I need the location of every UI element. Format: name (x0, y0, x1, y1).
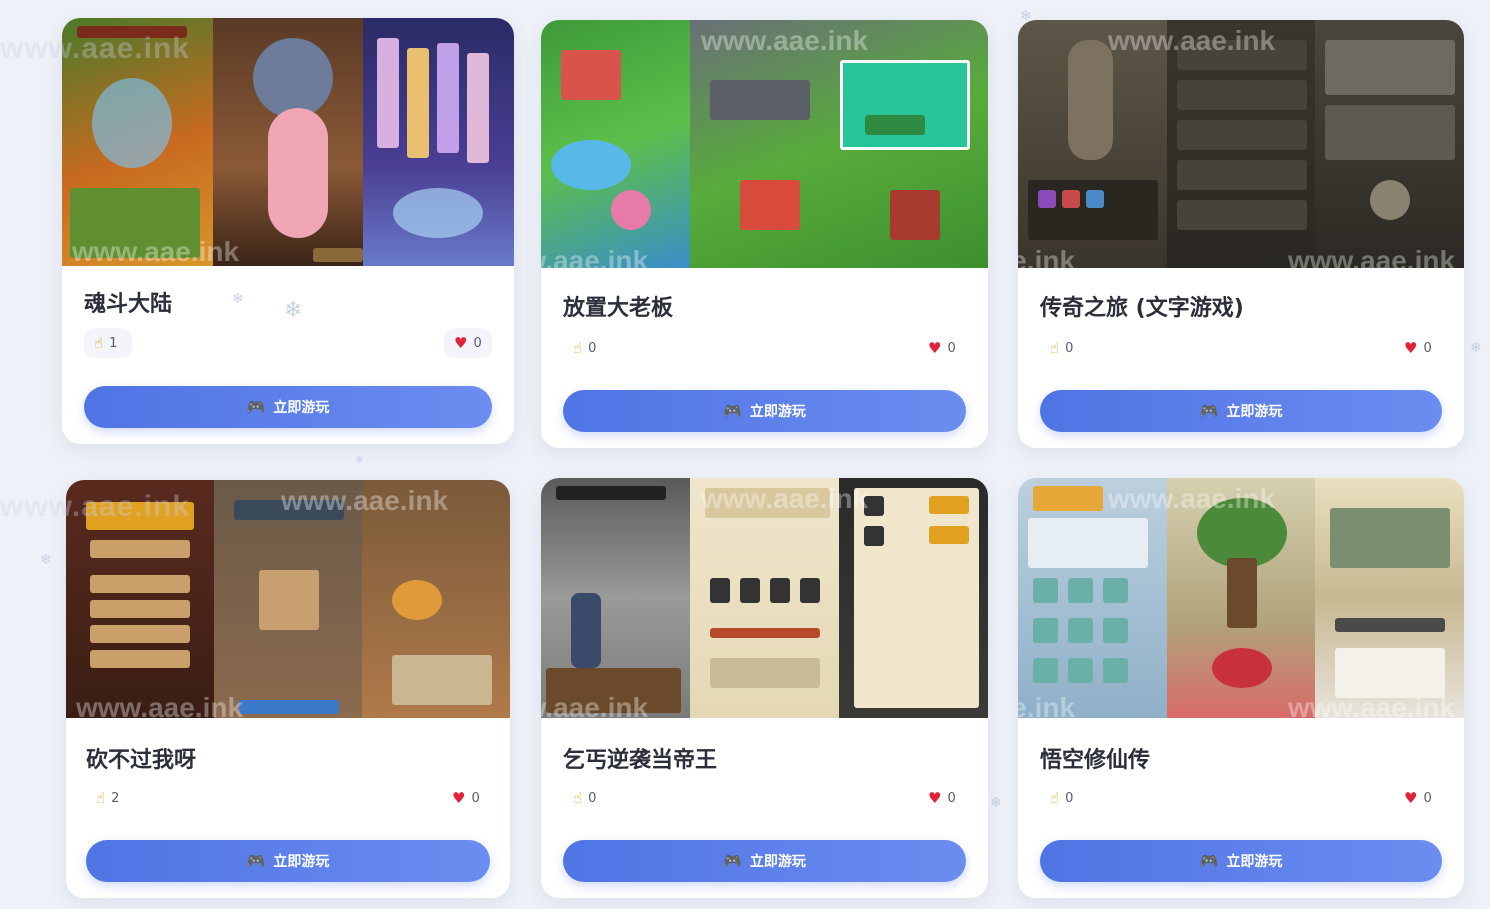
game-card[interactable]: www.aae.ink www.aae.ink 乞丐逆袭当帝王 ☝ 0 ♥ 0 … (541, 478, 988, 898)
like-count-value: 0 (947, 340, 956, 356)
play-now-label: 立即游玩 (1226, 404, 1283, 420)
heart-icon: ♥ (1404, 788, 1418, 807)
like-count-value: 0 (471, 790, 480, 806)
game-card[interactable]: www.aae.ink 魂斗大陆 ❄ ❄ ☝ 1 ♥ 0 🎮 立即游玩 (62, 18, 514, 444)
play-now-label: 立即游玩 (749, 854, 806, 870)
click-count-value: 0 (1065, 790, 1074, 806)
gamepad-icon: 🎮 (246, 398, 266, 416)
game-title: 放置大老板 (563, 296, 674, 321)
gamepad-icon: 🎮 (723, 852, 742, 870)
pointing-hand-icon: ☝ (94, 333, 104, 352)
heart-icon: ♥ (452, 788, 466, 807)
snowflake-icon: ❄ (40, 552, 52, 568)
play-now-label: 立即游玩 (273, 854, 330, 870)
game-screenshot: www.aae.ink www.aae.ink www.aae.ink (1018, 20, 1464, 268)
game-card[interactable]: www.aae.ink www.aae.ink 放置大老板 ☝ 0 ♥ 0 🎮 … (541, 20, 988, 448)
game-title: 悟空修仙传 (1040, 748, 1151, 773)
game-grid-page: ❄ ❄ ❄ ❄ ❄ ❄ ❄ ❄ ❄ www.aae (0, 0, 1490, 909)
snowflake-icon: ❄ (355, 455, 364, 466)
play-now-label: 立即游玩 (749, 404, 806, 420)
like-button[interactable]: ♥ 0 (444, 328, 492, 358)
play-now-button[interactable]: 🎮 立即游玩 (84, 386, 492, 428)
click-count-value: 0 (588, 340, 597, 356)
game-title: 乞丐逆袭当帝王 (563, 748, 718, 773)
click-count-value: 0 (1065, 340, 1074, 356)
like-button[interactable]: ♥ 0 (1394, 333, 1442, 363)
click-count: ☝ 0 (563, 783, 611, 813)
game-screenshot: www.aae.ink www.aae.ink (541, 478, 988, 718)
like-button[interactable]: ♥ 0 (442, 783, 490, 813)
heart-icon: ♥ (928, 338, 942, 357)
game-screenshot: www.aae.ink (62, 18, 514, 266)
like-count-value: 0 (1423, 340, 1432, 356)
click-count-value: 1 (109, 335, 118, 351)
play-now-label: 立即游玩 (273, 400, 330, 416)
snowflake-icon: ❄ (1470, 340, 1482, 356)
game-title: 魂斗大陆 (84, 292, 173, 317)
pointing-hand-icon: ☝ (573, 338, 583, 357)
game-screenshot: www.aae.ink www.aae.ink (66, 480, 510, 718)
play-now-button[interactable]: 🎮 立即游玩 (1040, 390, 1442, 432)
like-count-value: 0 (947, 790, 956, 806)
snowflake-icon: ❄ (990, 795, 1002, 811)
game-card[interactable]: www.aae.ink www.aae.ink 砍不过我呀 ☝ 2 ♥ 0 🎮 … (66, 480, 510, 898)
play-now-button[interactable]: 🎮 立即游玩 (563, 390, 966, 432)
play-now-label: 立即游玩 (1226, 854, 1283, 870)
pointing-hand-icon: ☝ (96, 788, 106, 807)
play-now-button[interactable]: 🎮 立即游玩 (1040, 840, 1442, 882)
pointing-hand-icon: ☝ (573, 788, 583, 807)
like-count-value: 0 (1423, 790, 1432, 806)
pointing-hand-icon: ☝ (1050, 788, 1060, 807)
click-count-value: 0 (588, 790, 597, 806)
like-button[interactable]: ♥ 0 (1394, 783, 1442, 813)
snowflake-icon: ❄ (284, 298, 303, 323)
click-count: ☝ 0 (563, 333, 611, 363)
game-card[interactable]: www.aae.ink www.aae.ink www.aae.ink 传奇之旅… (1018, 20, 1464, 448)
snowflake-icon: ❄ (232, 291, 244, 307)
gamepad-icon: 🎮 (1199, 852, 1219, 870)
heart-icon: ♥ (1404, 338, 1418, 357)
play-now-button[interactable]: 🎮 立即游玩 (563, 840, 966, 882)
game-card[interactable]: www.aae.ink www.aae.ink www.aae.ink 悟空修仙… (1018, 478, 1464, 898)
gamepad-icon: 🎮 (246, 852, 266, 870)
gamepad-icon: 🎮 (723, 402, 742, 420)
game-title: 传奇之旅 (文字游戏) (1040, 296, 1244, 321)
game-title: 砍不过我呀 (86, 748, 197, 773)
like-button[interactable]: ♥ 0 (918, 333, 966, 363)
heart-icon: ♥ (928, 788, 942, 807)
game-screenshot: www.aae.ink www.aae.ink (541, 20, 988, 268)
like-count-value: 0 (473, 335, 482, 351)
heart-icon: ♥ (454, 333, 468, 352)
click-count: ☝ 0 (1040, 783, 1088, 813)
play-now-button[interactable]: 🎮 立即游玩 (86, 840, 490, 882)
click-count: ☝ 1 (84, 328, 132, 358)
click-count-value: 2 (111, 790, 120, 806)
click-count: ☝ 0 (1040, 333, 1088, 363)
like-button[interactable]: ♥ 0 (918, 783, 966, 813)
gamepad-icon: 🎮 (1199, 402, 1219, 420)
pointing-hand-icon: ☝ (1050, 338, 1060, 357)
game-screenshot: www.aae.ink www.aae.ink www.aae.ink (1018, 478, 1464, 718)
click-count: ☝ 2 (86, 783, 134, 813)
